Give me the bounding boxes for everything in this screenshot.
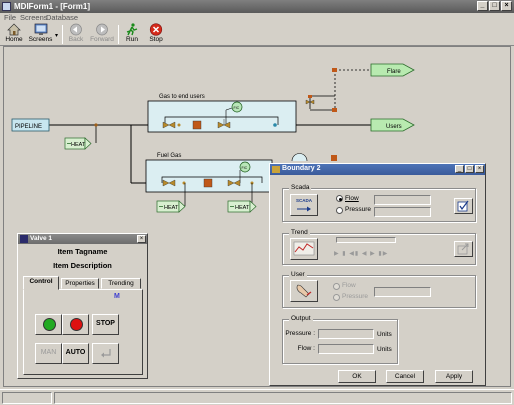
- tab-trending[interactable]: Trending: [101, 278, 141, 289]
- apply-button[interactable]: Apply: [435, 370, 473, 383]
- red-lamp-icon: [70, 318, 83, 331]
- svg-text:FIC: FIC: [234, 106, 240, 110]
- scada-flow-field: [374, 195, 431, 205]
- output-pressure-field: [318, 329, 374, 339]
- ok-button[interactable]: OK: [338, 370, 376, 383]
- flare-top-node: [332, 68, 337, 72]
- output-pressure-units: Units: [377, 331, 392, 338]
- flare-valve-icon[interactable]: [305, 99, 311, 105]
- flare-junction-node: [332, 108, 337, 112]
- boundary-maximize-button[interactable]: □: [465, 165, 474, 173]
- scada-flow-radio[interactable]: [336, 195, 343, 202]
- heat-tag[interactable]: HEAT: [227, 200, 257, 213]
- meter-block-icon[interactable]: [203, 178, 213, 188]
- boundary-dialog-title: Boundary 2: [282, 165, 321, 172]
- boundary-dialog-title-bar: Boundary 2 _ □ ×: [270, 164, 485, 175]
- trend-chart-icon: [293, 241, 315, 256]
- status-pane: [2, 392, 52, 404]
- svg-text:Users: Users: [386, 124, 402, 130]
- auto-mode-button[interactable]: AUTO: [62, 343, 89, 364]
- arrow-right-icon: [297, 206, 311, 212]
- pipeline-endpoint[interactable]: PIPELINE: [11, 118, 50, 132]
- scada-flow-label: Flow: [345, 195, 359, 202]
- svg-text:PIPELINE: PIPELINE: [15, 124, 42, 130]
- output-flow-field: [318, 344, 374, 354]
- manual-mode-button[interactable]: MAN: [35, 343, 62, 364]
- export-icon: [457, 243, 469, 255]
- checkbox-icon: [457, 200, 469, 212]
- trend-button[interactable]: [290, 238, 318, 260]
- trend-export-button[interactable]: [454, 241, 473, 257]
- tab-control[interactable]: Control: [23, 276, 59, 290]
- boundary-dialog-icon: [272, 166, 280, 173]
- svg-text:Flare: Flare: [387, 69, 401, 75]
- junction-node: [94, 123, 98, 127]
- boundary-minimize-button[interactable]: _: [455, 165, 464, 173]
- user-pressure-label: Pressure: [342, 293, 369, 300]
- users-endpoint[interactable]: Users: [370, 118, 415, 132]
- green-lamp-icon: [43, 318, 56, 331]
- user-button[interactable]: [290, 280, 318, 302]
- output-group: Output: [282, 315, 398, 364]
- scada-apply-button[interactable]: [454, 198, 473, 214]
- heat-tag[interactable]: HEAT: [64, 137, 92, 150]
- meter-block-icon[interactable]: [192, 120, 202, 130]
- scada-pressure-field: [374, 207, 431, 217]
- output-pressure-label: Pressure :: [285, 330, 315, 337]
- close-valve-button[interactable]: [62, 314, 89, 335]
- user-value-field[interactable]: [374, 287, 431, 297]
- output-flow-units: Units: [377, 346, 392, 353]
- valve-dialog-icon: [20, 235, 28, 243]
- svg-text:FIC: FIC: [242, 166, 248, 170]
- scada-pressure-radio[interactable]: [336, 207, 343, 214]
- svg-text:HEAT: HEAT: [235, 205, 250, 211]
- svg-text:HEAT: HEAT: [164, 205, 179, 211]
- label-gas-to-end-users: Gas to end users: [159, 94, 205, 100]
- valve-dialog-close-button[interactable]: ×: [137, 235, 146, 243]
- valve-dialog-title-bar: Valve 1 ×: [18, 234, 147, 244]
- user-pressure-radio[interactable]: [333, 294, 340, 301]
- trend-progress-field: [336, 237, 396, 243]
- trend-playback-controls[interactable]: ▶ ▮ ◀▮ ◀ ▶ ▮▶: [334, 250, 388, 257]
- user-flow-radio[interactable]: [333, 283, 340, 290]
- enter-button[interactable]: [92, 343, 119, 364]
- mode-indicator: M: [114, 293, 120, 300]
- gas-to-end-users-unit[interactable]: [147, 100, 297, 133]
- enter-arrow-icon: [100, 349, 111, 358]
- hand-pointer-icon: [296, 284, 312, 298]
- open-valve-button[interactable]: [35, 314, 62, 335]
- output-flow-label: Flow :: [297, 345, 315, 352]
- tab-properties[interactable]: Properties: [61, 278, 99, 289]
- valve-dialog-title: Valve 1: [30, 235, 53, 242]
- status-pane: [54, 392, 512, 404]
- user-flow-label: Flow: [342, 282, 356, 289]
- cancel-button[interactable]: Cancel: [386, 370, 424, 383]
- valve-dialog: Valve 1 × Item Tagname Item Description …: [17, 233, 148, 379]
- heat-tag[interactable]: HEAT: [156, 200, 186, 213]
- flare-endpoint[interactable]: Flare: [370, 63, 415, 77]
- item-description: Item Description: [53, 261, 112, 270]
- status-bar: [0, 389, 514, 405]
- scada-pressure-label: Pressure: [345, 206, 372, 213]
- stop-valve-button[interactable]: STOP: [92, 314, 119, 335]
- scada-button[interactable]: SCADA: [290, 194, 318, 216]
- boundary-dialog: Boundary 2 _ □ × Scada SCADA Flow Pressu…: [269, 163, 486, 386]
- svg-text:HEAT: HEAT: [71, 142, 86, 148]
- boundary-close-button[interactable]: ×: [475, 165, 484, 173]
- item-tagname: Item Tagname: [57, 247, 108, 256]
- label-fuel-gas: Fuel Gas: [157, 153, 181, 159]
